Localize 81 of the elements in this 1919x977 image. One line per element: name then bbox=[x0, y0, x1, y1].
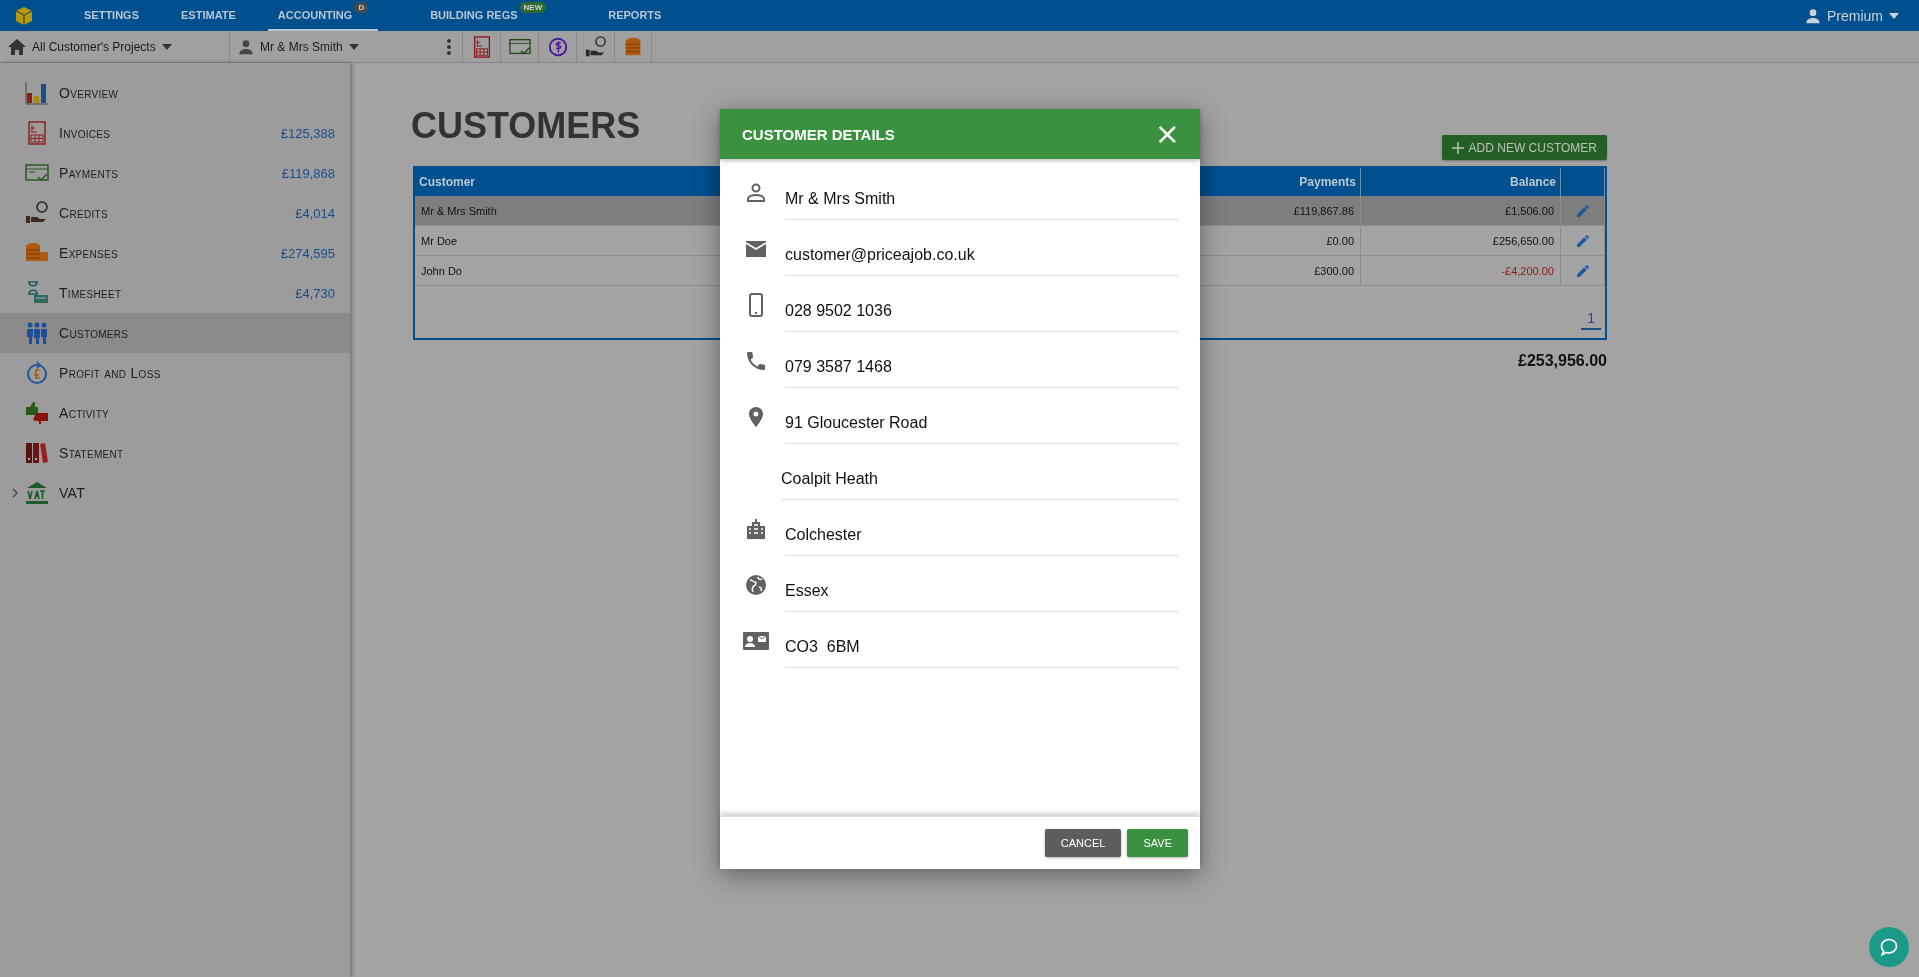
nav-tab[interactable]: REPORTS bbox=[598, 0, 672, 31]
column-header: Balance bbox=[1361, 168, 1561, 196]
person-icon bbox=[1805, 7, 1821, 24]
binders-icon bbox=[25, 441, 49, 465]
sidebar-label: Overview bbox=[59, 85, 119, 101]
hand-coin-icon bbox=[25, 201, 49, 225]
project-dropdown[interactable]: All Customer's Projects bbox=[0, 31, 230, 62]
page-link[interactable]: 1 bbox=[1581, 310, 1601, 330]
input-field[interactable]: 028 9502 1036 bbox=[785, 290, 1179, 332]
pound-cycle-icon bbox=[25, 361, 49, 385]
nav-tab[interactable]: ESTIMATE bbox=[171, 0, 246, 31]
cancel-button[interactable]: CANCEL bbox=[1044, 829, 1122, 857]
pencil-icon bbox=[1574, 232, 1591, 249]
sidebar-label: Customers bbox=[59, 325, 129, 341]
coin-stack-icon[interactable] bbox=[614, 31, 652, 62]
sidebar-label: Expenses bbox=[59, 245, 118, 261]
sidebar-amount: £125,388 bbox=[280, 125, 335, 141]
input-field[interactable]: customer@priceajob.co.uk bbox=[785, 234, 1179, 276]
sidebar-item[interactable]: Profit and Loss bbox=[0, 353, 350, 393]
sidebar-label: Activity bbox=[59, 405, 110, 421]
input-field[interactable]: Mr & Mrs Smith bbox=[785, 178, 1179, 220]
sidebar-label: VAT bbox=[59, 485, 86, 501]
sidebar-item[interactable]: Activity bbox=[0, 393, 350, 433]
caret-icon bbox=[1889, 12, 1899, 19]
pencil-icon bbox=[1574, 202, 1591, 219]
chat-icon bbox=[1879, 937, 1899, 957]
save-button[interactable]: SAVE bbox=[1127, 829, 1188, 857]
input-field[interactable]: Coalpit Heath bbox=[781, 458, 1179, 500]
sidebar-item[interactable]: VAT bbox=[0, 473, 350, 513]
input-field[interactable]: CO3 6BM bbox=[785, 626, 1179, 668]
sidebar-item[interactable]: Payments £119,868 bbox=[0, 153, 350, 193]
sidebar-item[interactable]: Overview bbox=[0, 73, 350, 113]
contact-card-icon bbox=[742, 629, 770, 653]
caret-icon bbox=[161, 43, 172, 50]
add-customer-button[interactable]: ADD NEW CUSTOMER bbox=[1441, 135, 1607, 160]
sidebar-label: Credits bbox=[59, 205, 108, 221]
page-title: CUSTOMERS bbox=[411, 104, 641, 147]
total-balance: £253,956.00 bbox=[1518, 352, 1607, 370]
sidebar-label: Profit and Loss bbox=[59, 365, 161, 381]
sidebar-label: Payments bbox=[59, 165, 119, 181]
input-field[interactable]: 079 3587 1468 bbox=[785, 346, 1179, 388]
customer-dropdown[interactable]: Mr & Mrs Smith bbox=[230, 31, 442, 62]
chevron-icon[interactable] bbox=[10, 488, 20, 498]
input-field[interactable]: Colchester bbox=[785, 514, 1179, 556]
sidebar-amount: £274,595 bbox=[280, 245, 335, 261]
bar-chart-icon bbox=[25, 81, 49, 105]
sidebar-label: Statement bbox=[59, 445, 124, 461]
person-icon bbox=[238, 38, 254, 55]
thumbs-icon bbox=[25, 401, 49, 425]
invoice-icon bbox=[25, 121, 49, 145]
sidebar-item[interactable]: Invoices £125,388 bbox=[0, 113, 350, 153]
sidebar-amount: £119,868 bbox=[281, 165, 335, 181]
table-cell: £1,506.00 bbox=[1361, 196, 1561, 226]
sidebar-item[interactable]: Credits £4,014 bbox=[0, 193, 350, 233]
plus-icon bbox=[1451, 141, 1464, 154]
pencil-icon bbox=[1574, 262, 1591, 279]
chat-button[interactable] bbox=[1869, 927, 1909, 967]
sidebar-label: Timesheet bbox=[59, 285, 122, 301]
sidebar-item[interactable]: Timesheet £4,730 bbox=[0, 273, 350, 313]
nav-tab[interactable]: SETTINGS bbox=[74, 0, 149, 31]
sidebar-label: Invoices bbox=[59, 125, 111, 141]
table-cell: -£4,200.00 bbox=[1361, 256, 1561, 286]
sidebar-amount: £4,730 bbox=[295, 285, 335, 301]
sidebar-amount: £4,014 bbox=[295, 205, 335, 221]
cube-logo-icon bbox=[14, 5, 34, 26]
table-cell: £256,650.00 bbox=[1361, 226, 1561, 256]
nav-tab[interactable]: BUILDING REGS NEW bbox=[420, 0, 557, 31]
user-menu[interactable]: Premium bbox=[1799, 6, 1905, 25]
sidebar-item[interactable]: Expenses £274,595 bbox=[0, 233, 350, 273]
input-field[interactable]: 91 Gloucester Road bbox=[785, 402, 1179, 444]
sidebar-item[interactable]: Statement bbox=[0, 433, 350, 473]
home-icon bbox=[8, 38, 26, 55]
dialog-title: CUSTOMER DETAILS bbox=[742, 125, 895, 143]
input-field[interactable]: Essex bbox=[785, 570, 1179, 612]
tab-badge: D bbox=[354, 2, 369, 13]
bank-icon bbox=[25, 481, 49, 505]
people-icon bbox=[25, 321, 49, 345]
close-button[interactable]: × bbox=[1154, 119, 1180, 149]
sidebar-item[interactable]: Customers bbox=[0, 313, 350, 353]
tab-badge: NEW bbox=[519, 2, 547, 13]
caret-icon bbox=[348, 43, 359, 50]
